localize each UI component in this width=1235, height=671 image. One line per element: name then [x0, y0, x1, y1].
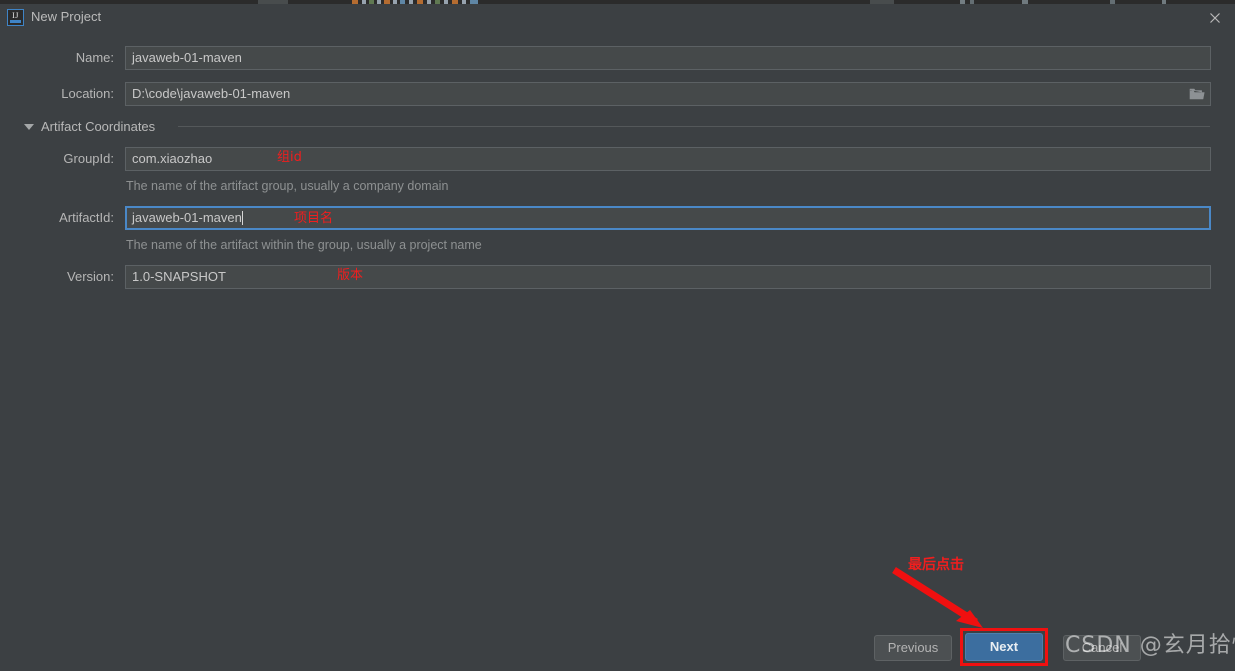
previous-button[interactable]: Previous — [874, 635, 952, 661]
version-input[interactable]: 1.0-SNAPSHOT — [125, 265, 1211, 289]
version-label: Version: — [67, 269, 114, 284]
group-id-hint: The name of the artifact group, usually … — [126, 179, 449, 193]
group-id-label: GroupId: — [63, 151, 114, 166]
group-id-annotation: 组id — [277, 150, 302, 165]
name-label: Name: — [75, 50, 114, 65]
name-input[interactable]: javaweb-01-maven — [125, 46, 1211, 70]
artifact-id-annotation: 项目名 — [294, 211, 334, 226]
artifact-id-label: ArtifactId: — [59, 210, 114, 225]
location-label: Location: — [61, 86, 114, 101]
version-annotation: 版本 — [337, 268, 364, 283]
close-icon[interactable] — [1199, 6, 1231, 30]
artifact-coordinates-section-header[interactable]: Artifact Coordinates — [24, 118, 155, 136]
folder-icon[interactable] — [1186, 83, 1208, 105]
dialog-titlebar: IJ New Project — [0, 4, 1235, 30]
artifact-coordinates-title: Artifact Coordinates — [41, 119, 156, 134]
location-input[interactable]: D:\code\javaweb-01-maven — [125, 82, 1211, 106]
section-divider — [178, 126, 1210, 127]
page-title: New Project — [31, 9, 102, 24]
chevron-down-icon[interactable] — [24, 124, 34, 130]
artifact-id-value: javaweb-01-maven — [132, 210, 242, 225]
text-caret — [241, 211, 243, 225]
red-arrow-icon — [892, 567, 983, 628]
artifact-id-hint: The name of the artifact within the grou… — [126, 238, 482, 252]
next-button[interactable]: Next — [965, 633, 1043, 661]
cancel-button[interactable]: Cancel — [1063, 635, 1141, 661]
new-project-dialog: IJ New Project Name: javaweb-01-maven Lo… — [0, 0, 1235, 671]
intellij-idea-icon: IJ — [7, 9, 24, 26]
artifact-id-input[interactable]: javaweb-01-maven — [125, 206, 1211, 230]
